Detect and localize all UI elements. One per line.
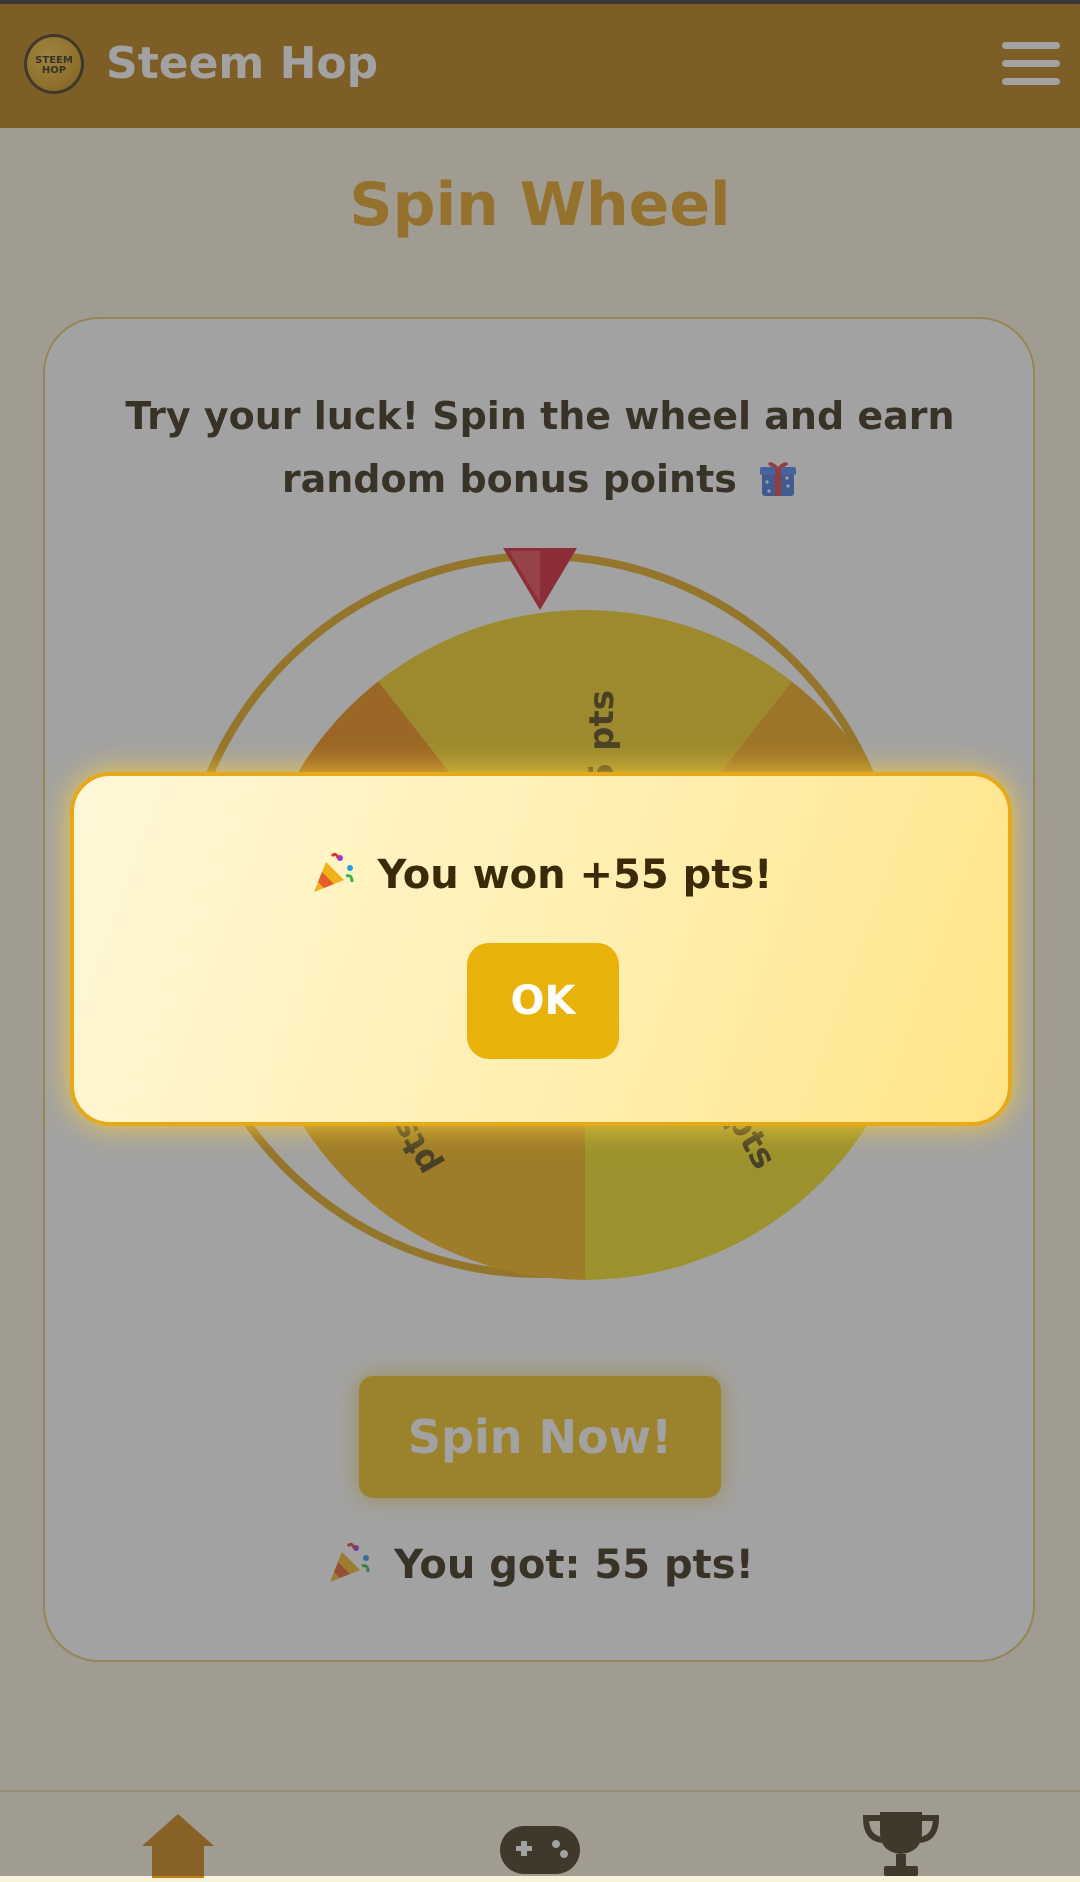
win-message-label: You won +55 pts! [377, 852, 773, 898]
win-dialog: You won +55 pts! OK [70, 772, 1012, 1126]
win-message: You won +55 pts! [74, 850, 1008, 898]
party-popper-icon [310, 850, 356, 896]
ok-button[interactable]: OK [467, 943, 619, 1059]
